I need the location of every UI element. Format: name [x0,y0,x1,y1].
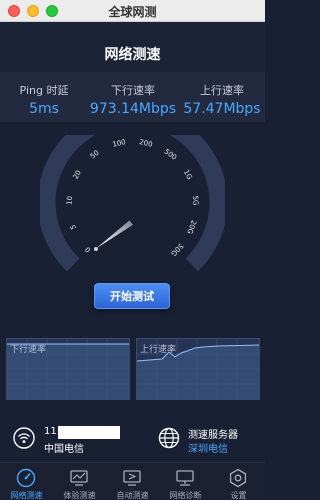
upload-chart-label: 上行速率 [140,345,177,355]
upload-label: 上行速率 [200,84,244,97]
gauge-tick-500: 500 [163,147,179,161]
app-header: 网络测速 [0,22,265,72]
tab-label: 网络诊断 [169,491,202,500]
download-chart-label: 下行速率 [10,345,47,355]
gauge-tick-10: 10 [65,196,74,205]
diagnosis-icon [176,470,194,486]
upload-chart-panel: 上行速率 [136,338,260,400]
speedometer-icon [16,468,36,488]
gauge-tick-50g: 50G [169,242,185,258]
download-value: 973.14Mbps [89,101,177,117]
gauge-tick-20g: 20G [185,219,198,235]
page-title: 网络测速 [104,47,161,63]
tab-settings[interactable]: 设置 [212,463,265,500]
download-chart-panel: 下行速率 [6,338,130,400]
auto-test-icon [123,470,141,486]
gauge-tick-50: 50 [89,149,101,161]
experience-icon [70,470,88,486]
globe-icon[interactable] [158,427,180,449]
speed-gauge: 0 5 10 20 50 100 200 5001G 5G 20G50G [40,135,225,272]
download-label: 下行速率 [111,84,155,97]
download-stat: 下行速率 973.14Mbps [88,82,178,117]
network-info-row: 11. 中国电信 测速服务器 深圳电信 [0,418,265,460]
tab-experience-test[interactable]: 体验测速 [53,463,106,500]
tab-speed-test[interactable]: 网络测速 [0,463,53,500]
wifi-icon [13,427,35,449]
gauge-tick-5g: 5G [191,195,200,205]
gauge-tick-5: 5 [69,224,78,231]
upload-stat: 上行速率 57.47Mbps [183,82,261,117]
window-title: 全球网测 [108,5,157,19]
settings-icon [229,468,247,488]
tab-label: 体验测速 [63,491,96,500]
ping-label: Ping 时延 [19,84,69,97]
gauge-tick-200: 200 [139,138,154,149]
gauge-tick-100: 100 [112,138,127,149]
upload-value: 57.47Mbps [183,101,261,117]
start-test-button[interactable]: 开始测试 [94,283,170,309]
tab-label: 设置 [230,491,247,500]
tab-label: 网络测速 [10,491,43,500]
gauge-hub [94,247,98,251]
test-server-label: 测速服务器 [188,430,238,441]
gauge-tick-1g: 1G [182,169,194,182]
tab-label: 自动测速 [116,491,149,500]
ping-value: 5ms [29,101,59,117]
gauge-tick-0: 0 [84,245,93,254]
stats-bar: Ping 时延 5ms 下行速率 973.14Mbps 上行速率 57.47Mb… [0,72,265,122]
tab-auto-test[interactable]: 自动测速 [106,463,159,500]
tab-network-diagnosis[interactable]: 网络诊断 [159,463,212,500]
bottom-tab-bar: 网络测速 体验测速 自动测速 网络诊断 设置 [0,462,265,500]
window-titlebar: 全球网测 [0,0,265,22]
gauge-tick-labels: 0 5 10 20 50 100 200 5001G 5G 20G50G [65,138,199,257]
test-server-name[interactable]: 深圳电信 [188,440,228,455]
ping-stat: Ping 时延 5ms [14,82,74,117]
isp-name: 中国电信 [44,444,84,455]
gauge-needle [95,220,133,249]
ip-redaction [58,426,120,439]
gauge-tick-20: 20 [72,169,83,181]
